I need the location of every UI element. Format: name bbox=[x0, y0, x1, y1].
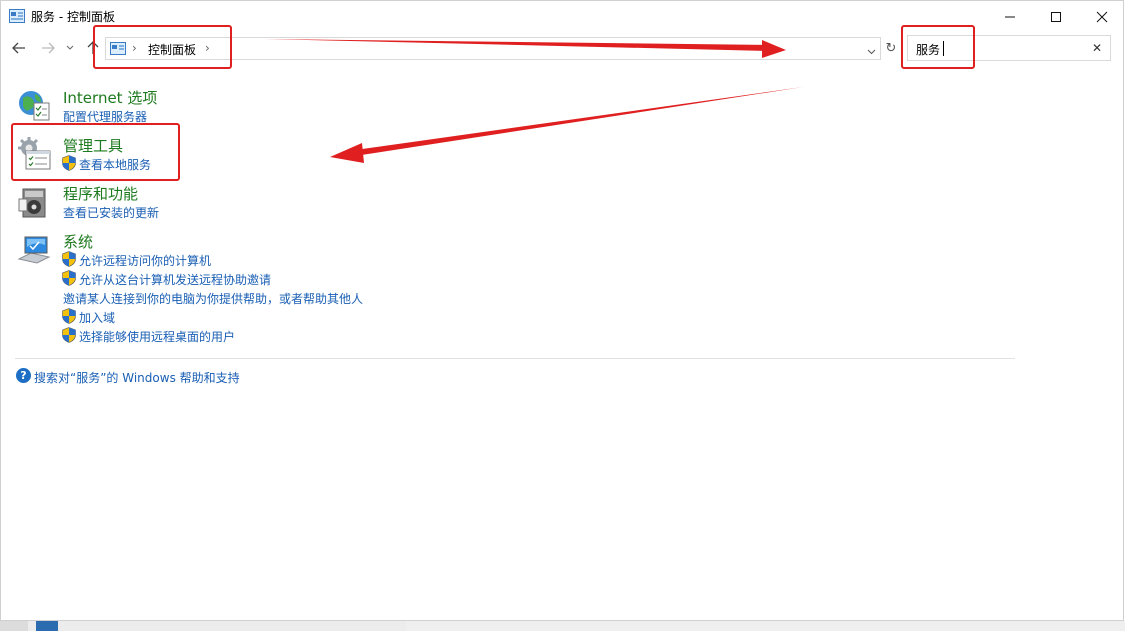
taskbar-app-icon[interactable] bbox=[36, 621, 58, 631]
programs-features-heading[interactable]: 程序和功能 bbox=[63, 183, 138, 204]
allow-remote-access-link[interactable]: 允许远程访问你的计算机 bbox=[79, 252, 211, 269]
uac-shield-icon bbox=[62, 308, 76, 324]
internet-options-icon bbox=[19, 91, 50, 121]
close-icon bbox=[1096, 11, 1108, 22]
system-heading[interactable]: 系统 bbox=[63, 231, 93, 252]
maximize-button[interactable] bbox=[1033, 1, 1079, 32]
remote-desktop-users-link[interactable]: 选择能够使用远程桌面的用户 bbox=[79, 328, 235, 345]
internet-options-heading[interactable]: Internet 选项 bbox=[63, 87, 157, 108]
control-panel-icon bbox=[9, 9, 25, 23]
minimize-button[interactable] bbox=[987, 1, 1033, 32]
minimize-icon bbox=[1005, 16, 1015, 17]
arrow-left-icon bbox=[12, 42, 25, 54]
chevron-down-icon bbox=[66, 45, 74, 50]
back-button[interactable] bbox=[9, 38, 29, 58]
join-domain-link[interactable]: 加入域 bbox=[79, 309, 115, 326]
help-icon: ? bbox=[16, 368, 31, 383]
recent-locations-button[interactable] bbox=[63, 38, 77, 58]
uac-shield-icon bbox=[62, 251, 76, 267]
view-installed-updates-link[interactable]: 查看已安装的更新 bbox=[63, 204, 159, 221]
refresh-icon: ↻ bbox=[885, 41, 897, 56]
window-title: 服务 - 控制面板 bbox=[31, 10, 115, 24]
uac-shield-icon bbox=[62, 327, 76, 343]
annotation-box-admin-tools bbox=[11, 123, 180, 181]
control-panel-window: 服务 - 控制面板 › 控制面板 › ↻ 服务 ✕ Internet 选项 配置… bbox=[0, 0, 1124, 621]
send-remote-assistance-link[interactable]: 允许从这台计算机发送远程协助邀请 bbox=[79, 271, 271, 288]
chevron-down-icon bbox=[867, 49, 876, 55]
system-icon bbox=[17, 236, 51, 264]
address-dropdown-button[interactable] bbox=[867, 44, 876, 58]
maximize-icon bbox=[1051, 11, 1061, 22]
uac-shield-icon bbox=[62, 270, 76, 286]
divider bbox=[15, 358, 1015, 359]
invite-help-link[interactable]: 邀请某人连接到你的电脑为你提供帮助，或者帮助其他人 bbox=[63, 290, 363, 307]
programs-features-icon bbox=[18, 188, 46, 218]
forward-button[interactable] bbox=[38, 38, 58, 58]
annotation-box-search bbox=[901, 25, 975, 69]
arrow-right-icon bbox=[42, 42, 55, 54]
refresh-button[interactable]: ↻ bbox=[881, 37, 901, 60]
annotation-box-address bbox=[93, 25, 232, 69]
clear-search-button[interactable]: ✕ bbox=[1092, 41, 1102, 55]
taskbar-background bbox=[406, 621, 1125, 631]
taskbar-app-strip bbox=[28, 621, 406, 631]
close-button[interactable] bbox=[1079, 1, 1125, 32]
windows-help-link[interactable]: 搜索对“服务”的 Windows 帮助和支持 bbox=[34, 369, 240, 386]
